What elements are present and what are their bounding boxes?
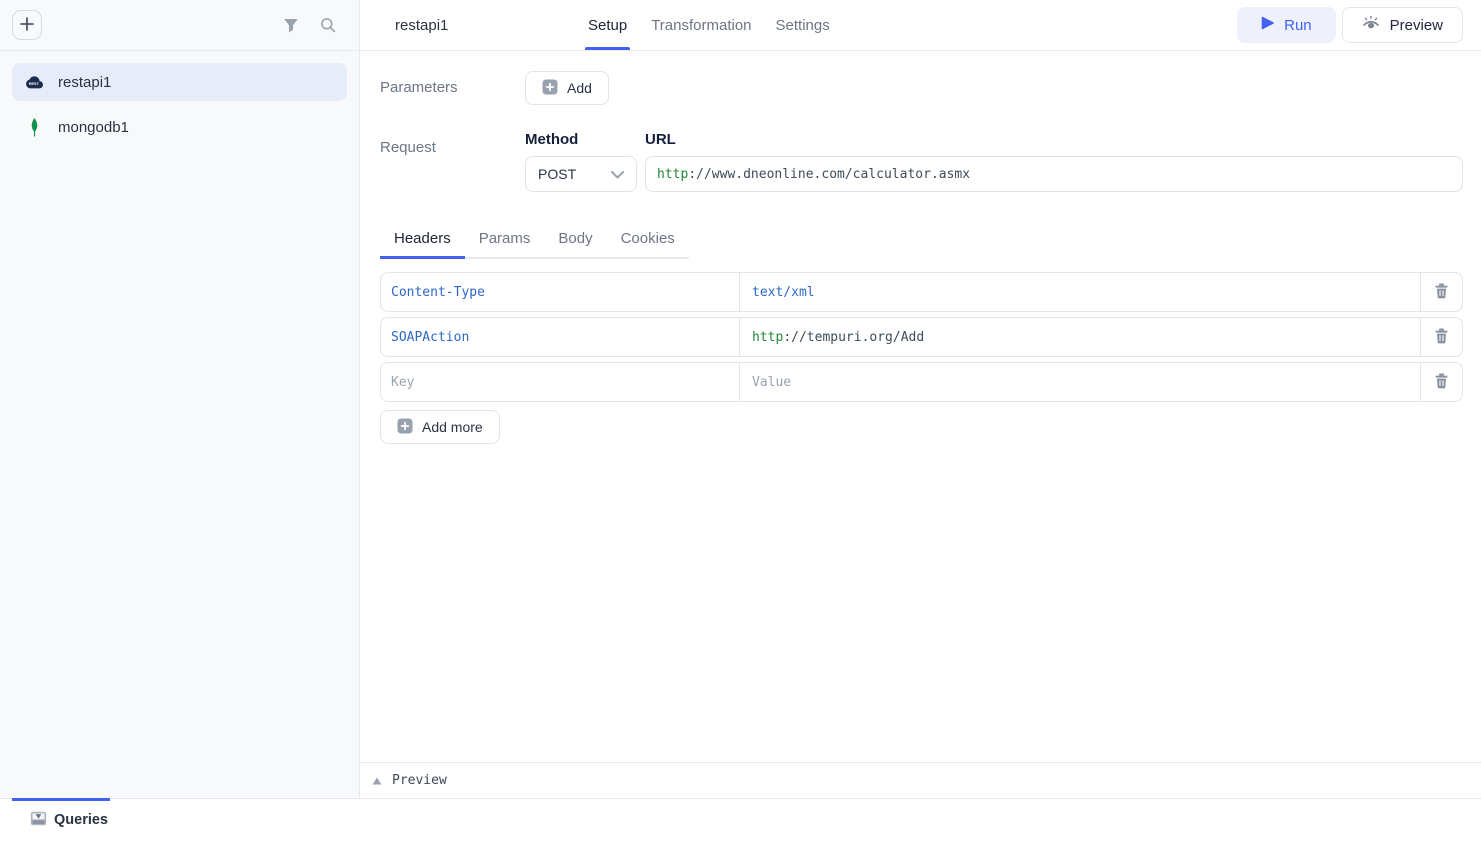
app-window: REST restapi1 mongodb1: [0, 0, 1481, 841]
plus-icon: [20, 17, 34, 34]
request-subtabs: Headers Params Body Cookies: [380, 230, 689, 259]
url-rest: ://www.dneonline.com/calculator.asmx: [688, 167, 970, 182]
sidebar-toolbar: [0, 0, 359, 51]
preview-panel-label: Preview: [392, 773, 447, 788]
request-label: Request: [380, 131, 525, 192]
mongodb-leaf-icon: [24, 118, 44, 137]
trash-icon: [1434, 373, 1449, 392]
delete-row-button[interactable]: [1421, 363, 1462, 401]
rest-cloud-icon: REST: [24, 75, 44, 90]
svg-text:REST: REST: [29, 82, 40, 86]
preview-button-label: Preview: [1390, 17, 1443, 34]
play-icon: [1261, 16, 1274, 34]
main-panel: restapi1 Setup Transformation Settings R…: [360, 0, 1481, 798]
header-value-input[interactable]: [740, 363, 1421, 401]
sidebar-item-label: mongodb1: [58, 119, 129, 136]
delete-row-button[interactable]: [1421, 318, 1462, 356]
url-scheme: http: [657, 167, 688, 182]
delete-row-button[interactable]: [1421, 273, 1462, 311]
header-row: [380, 362, 1463, 402]
add-parameter-label: Add: [567, 80, 592, 96]
queries-icon: [30, 810, 47, 831]
tab-cookies[interactable]: Cookies: [607, 230, 689, 259]
preview-panel-toggle[interactable]: Preview: [360, 762, 1481, 798]
url-label: URL: [645, 131, 1463, 148]
tab-transformation[interactable]: Transformation: [648, 0, 754, 50]
main-tabs: Setup Transformation Settings: [585, 0, 851, 50]
queries-tab-label[interactable]: Queries: [54, 812, 108, 828]
tab-body[interactable]: Body: [544, 230, 606, 259]
query-list: REST restapi1 mongodb1: [0, 51, 359, 165]
header-key-input[interactable]: SOAPAction: [381, 318, 740, 356]
method-select[interactable]: POST: [525, 156, 637, 192]
collapse-up-icon: [372, 772, 382, 789]
tab-settings[interactable]: Settings: [773, 0, 833, 50]
eye-icon: [1362, 15, 1380, 35]
bottom-bar: Queries: [0, 798, 1481, 841]
add-more-label: Add more: [422, 419, 483, 435]
add-parameter-button[interactable]: Add: [525, 71, 609, 105]
header-key-text: SOAPAction: [391, 330, 469, 345]
setup-content: Parameters Add Request Method POST: [360, 51, 1481, 762]
run-button[interactable]: Run: [1237, 7, 1336, 43]
active-tab-indicator: [12, 798, 110, 801]
header-value-text: text/xml: [752, 285, 815, 300]
method-value: POST: [538, 166, 576, 182]
request-row: Request Method POST URL http:: [380, 131, 1463, 192]
sidebar-item-restapi1[interactable]: REST restapi1: [12, 63, 347, 101]
filter-icon[interactable]: [283, 18, 299, 33]
header-value-rest: ://tempuri.org/Add: [783, 330, 924, 345]
trash-icon: [1434, 283, 1449, 302]
header-key-input[interactable]: Content-Type: [381, 273, 740, 311]
url-input[interactable]: http://www.dneonline.com/calculator.asmx: [645, 156, 1463, 192]
sidebar: REST restapi1 mongodb1: [0, 0, 360, 798]
header-value-input[interactable]: text/xml: [740, 273, 1421, 311]
header-row: SOAPAction http://tempuri.org/Add: [380, 317, 1463, 357]
run-button-label: Run: [1284, 17, 1312, 34]
add-more-button[interactable]: Add more: [380, 410, 500, 444]
tab-params[interactable]: Params: [465, 230, 545, 259]
plus-square-icon: [542, 79, 558, 98]
add-query-button[interactable]: [12, 10, 42, 40]
header-key-text: Content-Type: [391, 285, 485, 300]
plus-square-icon: [397, 418, 413, 437]
search-icon[interactable]: [320, 17, 336, 33]
headers-table: Content-Type text/xml SOA: [380, 272, 1463, 402]
preview-button[interactable]: Preview: [1342, 7, 1463, 43]
parameters-row: Parameters Add: [380, 71, 1463, 105]
header-value-input[interactable]: http://tempuri.org/Add: [740, 318, 1421, 356]
chevron-down-icon: [611, 166, 624, 182]
main-topbar: restapi1 Setup Transformation Settings R…: [360, 0, 1481, 51]
parameters-label: Parameters: [380, 71, 525, 105]
header-value-field[interactable]: [752, 375, 1408, 390]
header-key-field[interactable]: [391, 375, 729, 390]
sidebar-item-label: restapi1: [58, 74, 111, 91]
method-label: Method: [525, 131, 637, 148]
trash-icon: [1434, 328, 1449, 347]
tab-headers[interactable]: Headers: [380, 230, 465, 259]
sidebar-item-mongodb1[interactable]: mongodb1: [12, 108, 347, 146]
header-value-scheme: http: [752, 330, 783, 345]
tab-setup[interactable]: Setup: [585, 0, 630, 50]
header-row: Content-Type text/xml: [380, 272, 1463, 312]
query-title: restapi1: [395, 17, 585, 34]
header-key-input[interactable]: [381, 363, 740, 401]
